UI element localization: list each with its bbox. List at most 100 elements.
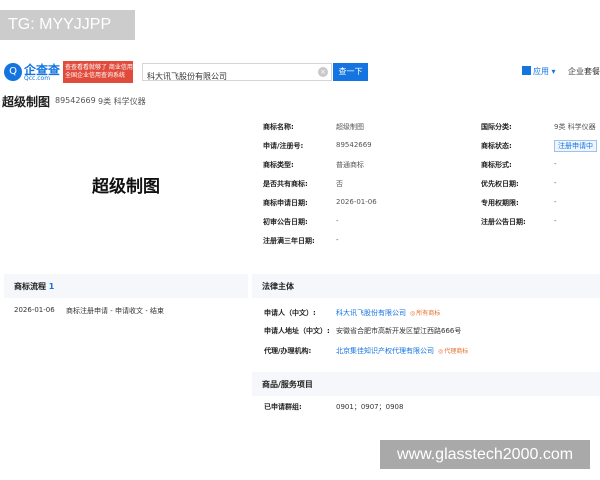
field-value: 89542669	[336, 141, 372, 149]
field-value-text: -	[336, 236, 339, 244]
field-value-text: 普通商标	[336, 161, 364, 169]
field-value-text: -	[336, 217, 339, 225]
field-value-text: 超级制图	[336, 123, 364, 131]
trademark-flow-panel: 商标流程 1 2026-01-06 商标注册申请 - 申请收文 - 结束	[4, 274, 248, 418]
field-label: 商标申请日期:	[263, 199, 308, 207]
field-name: 商标名称:	[263, 122, 294, 132]
field-value: -	[336, 217, 339, 225]
field-value-text: 2026-01-06	[336, 198, 377, 206]
field-form: 商标形式:	[481, 160, 512, 170]
search-input[interactable]	[143, 68, 313, 85]
agent-value: 北京集佳知识产权代理有限公司代理商标	[336, 346, 468, 356]
groups-value: 0901；0907；0908	[336, 403, 404, 411]
watermark: www.glasstech2000.com	[380, 440, 590, 469]
field-shared: 是否共有商标:	[263, 179, 308, 189]
apps-label: 应用	[533, 67, 549, 76]
clear-icon[interactable]: ×	[318, 67, 328, 77]
field-reg-notice: 注册公告日期:	[481, 217, 526, 227]
field-label: 商标形式:	[481, 161, 512, 169]
agent-link[interactable]: 北京集佳知识产权代理有限公司	[336, 347, 434, 355]
field-value: 否	[336, 179, 343, 189]
flow-heading-text: 商标流程	[14, 282, 46, 291]
all-trademarks-tag[interactable]: 所有商标	[410, 310, 440, 317]
search-box: ×	[142, 63, 332, 85]
slogan-line-2: 全国企业信用查询系统	[65, 72, 126, 79]
legal-panel-header: 法律主体	[252, 274, 600, 298]
trademark-info-panel: 超级制图 商标名称: 超级制图 申请/注册号: 89542669 商标类型: 普…	[6, 114, 600, 264]
field-intl-class: 国际分类:	[481, 122, 512, 132]
field-value-text: -	[554, 179, 557, 187]
field-priority: 优先权日期:	[481, 179, 519, 189]
page-title: 超级制图	[2, 95, 51, 109]
grid-icon	[522, 66, 531, 75]
field-apply-date: 商标申请日期:	[263, 198, 308, 208]
title-class: 9类 科学仪器	[98, 97, 146, 106]
field-value: -	[554, 179, 557, 187]
legal-heading: 法律主体	[262, 282, 294, 291]
field-exclusive: 专用权期限:	[481, 198, 519, 208]
field-label: 初审公告日期:	[263, 218, 308, 226]
field-prelim-date: 初审公告日期:	[263, 217, 308, 227]
logo-subtext: Qcc.com	[24, 75, 51, 82]
title-bar: 超级制图 89542669 9类 科学仪器	[0, 90, 600, 112]
field-value: -	[554, 217, 557, 225]
trademark-preview[interactable]: 超级制图	[6, 114, 246, 259]
address-label: 申请人地址（中文）:	[264, 327, 330, 335]
legal-subject-panel: 法律主体 申请人（中文）: 科大讯飞股份有限公司所有商标 申请人地址（中文）: …	[252, 274, 600, 418]
field-value: 注册申请中	[554, 140, 597, 152]
address-value: 安徽省合肥市高新开发区望江西路666号	[336, 327, 462, 335]
flow-item-date: 2026-01-06	[14, 306, 55, 314]
title-reg-no: 89542669	[55, 96, 96, 105]
groups-label: 已申请群组:	[264, 403, 302, 411]
flow-item-desc: 商标注册申请 - 申请收文 - 结束	[66, 307, 164, 315]
field-value-text: -	[554, 198, 557, 206]
field-value-text: 否	[336, 180, 343, 188]
field-regno: 申请/注册号:	[263, 141, 303, 151]
field-value-text: -	[554, 160, 557, 168]
apps-menu[interactable]: 应用 ▾	[522, 66, 556, 77]
slogan-banner: 查查看看就够了 商业信用查询 全国企业信用查询系统	[63, 61, 133, 83]
status-badge: 注册申请中	[554, 140, 597, 152]
flow-heading: 商标流程 1	[14, 281, 54, 292]
field-label: 注册满三年日期:	[263, 237, 315, 245]
field-value-text: -	[554, 217, 557, 225]
field-label: 国际分类:	[481, 123, 512, 131]
field-value-text: 9类 科学仪器	[554, 123, 596, 131]
field-value: 9类 科学仪器	[554, 122, 596, 132]
field-value: -	[554, 198, 557, 206]
flow-count: 1	[48, 282, 55, 291]
agent-label: 代理/办理机构:	[264, 347, 312, 355]
qcc-logo[interactable]: Q 企查查 Qcc.com	[4, 61, 62, 83]
search-button[interactable]: 查一下	[333, 63, 368, 81]
slogan-line-1: 查查看看就够了 商业信用查询	[65, 64, 133, 71]
field-value: -	[554, 160, 557, 168]
field-value-text: 89542669	[336, 141, 372, 149]
applicant-value: 科大讯飞股份有限公司所有商标	[336, 308, 440, 318]
field-label: 商标状态:	[481, 142, 512, 150]
field-label: 专用权期限:	[481, 199, 519, 207]
enterprise-link[interactable]: 企业套餐	[568, 66, 600, 77]
field-label: 商标类型:	[263, 161, 294, 169]
applicant-link[interactable]: 科大讯飞股份有限公司	[336, 309, 406, 317]
agent-trademarks-tag[interactable]: 代理商标	[438, 348, 468, 355]
field-value: 超级制图	[336, 122, 364, 132]
field-value: 普通商标	[336, 160, 364, 170]
field-label: 申请/注册号:	[263, 142, 304, 150]
field-label: 优先权日期:	[481, 180, 519, 188]
field-label: 注册公告日期:	[481, 218, 526, 226]
applicant-label: 申请人（中文）:	[264, 309, 316, 317]
field-value: -	[336, 236, 339, 244]
field-type: 商标类型:	[263, 160, 294, 170]
field-label: 商标名称:	[263, 123, 294, 131]
overlay-tag: TG: MYYJJPP	[0, 10, 135, 40]
field-status: 商标状态:	[481, 141, 512, 151]
top-header: Q 企查查 Qcc.com 查查看看就够了 商业信用查询 全国企业信用查询系统 …	[0, 58, 600, 86]
goods-panel-header: 商品/服务项目	[252, 372, 600, 396]
goods-heading: 商品/服务项目	[262, 380, 313, 389]
field-value: 2026-01-06	[336, 198, 377, 206]
field-label: 是否共有商标:	[263, 180, 308, 188]
flow-panel-header: 商标流程 1	[4, 274, 248, 298]
logo-icon: Q	[4, 63, 22, 81]
trademark-preview-text: 超级制图	[92, 177, 160, 197]
field-3yr-date: 注册满三年日期:	[263, 236, 315, 246]
